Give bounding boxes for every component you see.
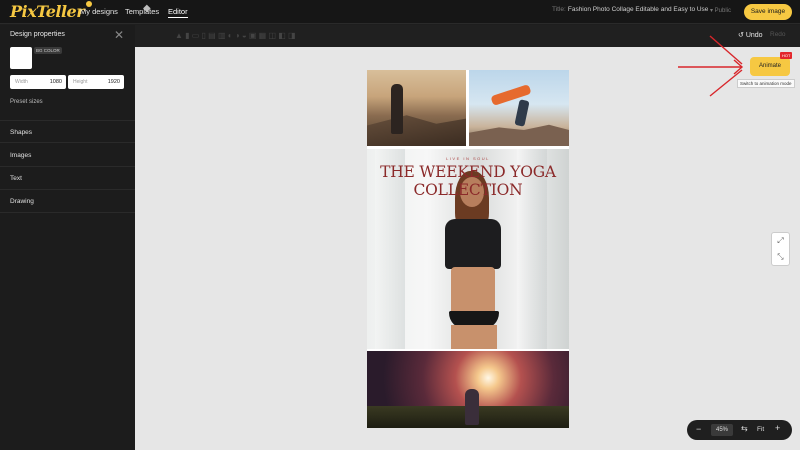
section-shapes[interactable]: Shapes: [0, 120, 135, 143]
pixteller-logo[interactable]: PixTeller: [10, 1, 93, 21]
layer-icon[interactable]: ◆: [143, 3, 151, 14]
design-properties-title: Design properties: [10, 31, 65, 38]
small-caption-text[interactable]: LIVE IN SOUL: [367, 156, 569, 161]
width-value: 1080: [49, 78, 62, 85]
photo-mountain-woman[interactable]: [367, 70, 466, 146]
nav-editor[interactable]: Editor: [168, 7, 188, 18]
section-images[interactable]: Images: [0, 144, 135, 167]
height-value: 1920: [107, 78, 120, 85]
toolbar-disabled-tools: ▲ ▮ ▭ ▯ ▤ ▥ ◐ ◑ ◒ ▣ ▦ ◫ ◧ ◨: [175, 31, 296, 40]
zoom-controls: − 45% ⇆ Fit +: [687, 420, 792, 440]
zoom-out-button[interactable]: −: [696, 424, 701, 434]
width-field[interactable]: Width 1080: [10, 75, 66, 89]
animate-tooltip: Switch to animation mode: [737, 79, 795, 88]
title-label: Title:: [552, 6, 566, 13]
nav-my-designs[interactable]: My designs: [80, 7, 118, 16]
preset-sizes-link[interactable]: Preset sizes: [10, 99, 43, 105]
headline-text[interactable]: THE WEEKEND YOGA COLLECTION: [367, 163, 569, 199]
width-label: Width: [15, 79, 28, 85]
section-drawing[interactable]: Drawing: [0, 190, 135, 213]
height-label: Height: [73, 79, 88, 85]
top-bar: PixTeller My designs Templates Editor Ti…: [0, 0, 800, 24]
sidebar: Design properties ✕ BG COLOR Width 1080 …: [0, 25, 135, 450]
zoom-in-button[interactable]: +: [775, 423, 780, 433]
save-image-button[interactable]: Save image: [744, 4, 792, 20]
close-icon[interactable]: ✕: [114, 29, 124, 41]
fit-icon[interactable]: ⇆: [741, 424, 748, 433]
height-field[interactable]: Height 1920: [68, 75, 124, 89]
bg-color-label: BG COLOR: [34, 47, 62, 54]
title-value: Fashion Photo Collage Editable and Easy …: [567, 6, 709, 13]
visibility-select[interactable]: ▾ Public: [710, 7, 731, 14]
photo-acrobatic-yoga[interactable]: [469, 70, 569, 146]
contract-icon[interactable]: ⤡: [772, 249, 789, 265]
bg-color-swatch[interactable]: [10, 47, 32, 69]
expand-icon[interactable]: ⤢: [772, 233, 789, 249]
hot-badge: HOT: [780, 52, 793, 59]
redo-button[interactable]: Redo: [770, 31, 786, 38]
zoom-value[interactable]: 45%: [711, 424, 733, 436]
photo-sunset-woman[interactable]: [367, 351, 569, 428]
side-tools-panel: ⤢ ⤡: [771, 232, 790, 266]
section-text[interactable]: Text: [0, 167, 135, 190]
arrow-pointer-icon: [678, 35, 744, 97]
fit-button[interactable]: Fit: [757, 426, 764, 433]
animate-button[interactable]: Animate: [750, 57, 790, 76]
title-input[interactable]: Title: Fashion Photo Collage Editable and…: [552, 6, 732, 18]
